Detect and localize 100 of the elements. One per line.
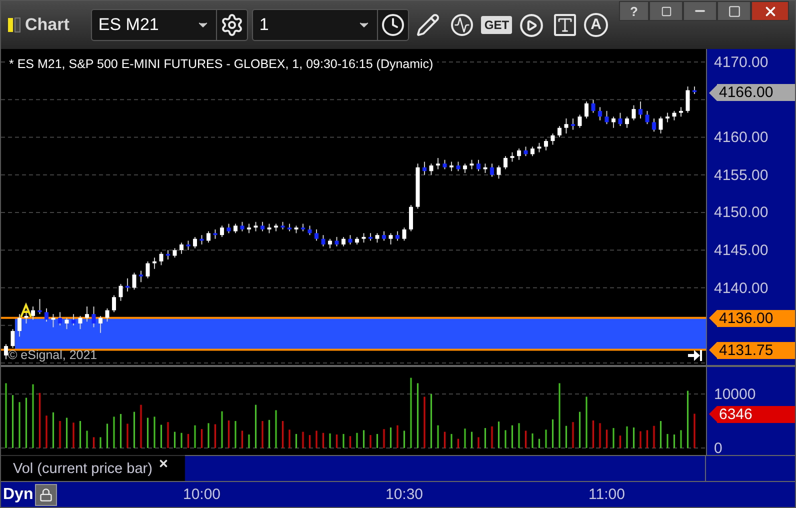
- axis-label: 10000: [714, 386, 756, 403]
- restore-button[interactable]: [649, 1, 683, 21]
- candlestick: [490, 163, 494, 178]
- candlestick: [58, 312, 62, 326]
- candlestick: [152, 257, 156, 270]
- candlestick: [550, 132, 555, 146]
- candlestick: [632, 104, 636, 121]
- candlestick: [638, 101, 642, 119]
- alert-marker-icon: [20, 302, 32, 318]
- candlestick: [159, 251, 164, 266]
- candlestick: [240, 221, 244, 232]
- copyright-text: © eSignal, 2021: [8, 348, 98, 363]
- study-legend: Vol (current price bar): [13, 457, 152, 481]
- candlestick: [98, 315, 102, 334]
- candlestick: [450, 161, 454, 172]
- candlestick: [409, 204, 413, 232]
- candlestick: [578, 114, 582, 128]
- candlestick: [666, 112, 670, 123]
- candlestick: [31, 306, 35, 320]
- axis-label: 4160.00: [714, 129, 768, 146]
- time-label: 11:00: [588, 486, 625, 503]
- candlestick: [422, 161, 426, 176]
- scroll-to-end-icon[interactable]: [687, 349, 703, 362]
- candlestick: [571, 118, 575, 130]
- minimize-button[interactable]: [683, 1, 717, 21]
- candlestick: [456, 161, 460, 172]
- candlestick: [510, 152, 514, 162]
- candlestick: [72, 314, 76, 326]
- candlestick: [564, 118, 568, 134]
- candlestick: [10, 328, 15, 348]
- candlestick: [442, 159, 447, 170]
- candlestick: [388, 232, 393, 245]
- candlestick: [429, 163, 434, 176]
- candlestick: [172, 248, 177, 258]
- candlestick: [139, 270, 143, 283]
- candlestick: [234, 223, 238, 234]
- candlestick: [598, 106, 602, 121]
- time-label: 10:00: [182, 486, 221, 503]
- candlestick: [180, 242, 184, 254]
- candlestick: [334, 236, 339, 247]
- candlestick: [220, 225, 224, 238]
- close-icon[interactable]: [158, 458, 170, 469]
- candlestick: [342, 236, 346, 247]
- close-button[interactable]: [751, 1, 789, 21]
- candlestick: [213, 228, 218, 240]
- candlestick: [64, 317, 69, 330]
- candlestick: [625, 116, 629, 128]
- alert-button[interactable]: A: [584, 13, 608, 37]
- candlestick: [78, 315, 82, 330]
- maximize-icon: [728, 4, 740, 18]
- candlestick: [476, 159, 480, 172]
- candlestick: [348, 234, 352, 245]
- candlestick: [436, 157, 440, 170]
- candlestick: [618, 112, 622, 126]
- axis-label: 4145.00: [714, 242, 768, 260]
- axis-label: 4150.00: [714, 204, 768, 222]
- candlestick: [612, 116, 616, 128]
- axis-label: 4170.00: [714, 54, 768, 72]
- window-icon: [660, 6, 672, 16]
- axis-label: 0: [714, 440, 722, 457]
- candlestick: [308, 225, 312, 236]
- axis-mode-label[interactable]: Dyn: [3, 484, 34, 506]
- candlestick: [686, 86, 690, 114]
- candlestick: [591, 99, 596, 114]
- candlestick: [321, 234, 326, 247]
- candlestick: [537, 142, 542, 153]
- candlestick: [132, 272, 136, 290]
- help-button[interactable]: ?: [619, 1, 649, 21]
- candlestick: [92, 306, 96, 328]
- candlestick: [517, 148, 521, 160]
- window-title: Chart: [25, 14, 70, 36]
- candlestick: [530, 146, 534, 157]
- candlestick: [4, 344, 8, 360]
- candlestick: [118, 283, 123, 302]
- get-button[interactable]: GET: [481, 16, 512, 34]
- candlestick: [44, 308, 48, 322]
- candlestick: [24, 310, 28, 324]
- candlestick: [85, 306, 89, 322]
- candlestick: [254, 221, 258, 232]
- candlestick: [604, 110, 609, 125]
- candlestick: [402, 227, 406, 242]
- candlestick: [166, 250, 170, 260]
- link-indicator-icon[interactable]: [7, 17, 21, 33]
- maximize-button[interactable]: [717, 1, 751, 21]
- candlestick: [105, 308, 110, 322]
- candlestick: [112, 294, 116, 313]
- candlestick: [658, 116, 663, 134]
- candlestick: [496, 164, 501, 180]
- candlestick: [206, 230, 210, 244]
- lock-button[interactable]: [35, 484, 58, 506]
- candlestick: [226, 223, 231, 234]
- candlestick: [375, 232, 380, 244]
- candlestick: [396, 230, 400, 242]
- candlestick: [672, 110, 676, 121]
- candlestick: [463, 163, 467, 174]
- candlestick: [146, 260, 150, 279]
- axis-label: 4140.00: [714, 280, 768, 297]
- candlestick: [314, 228, 318, 242]
- candlestick: [524, 146, 528, 157]
- candlestick: [382, 230, 386, 242]
